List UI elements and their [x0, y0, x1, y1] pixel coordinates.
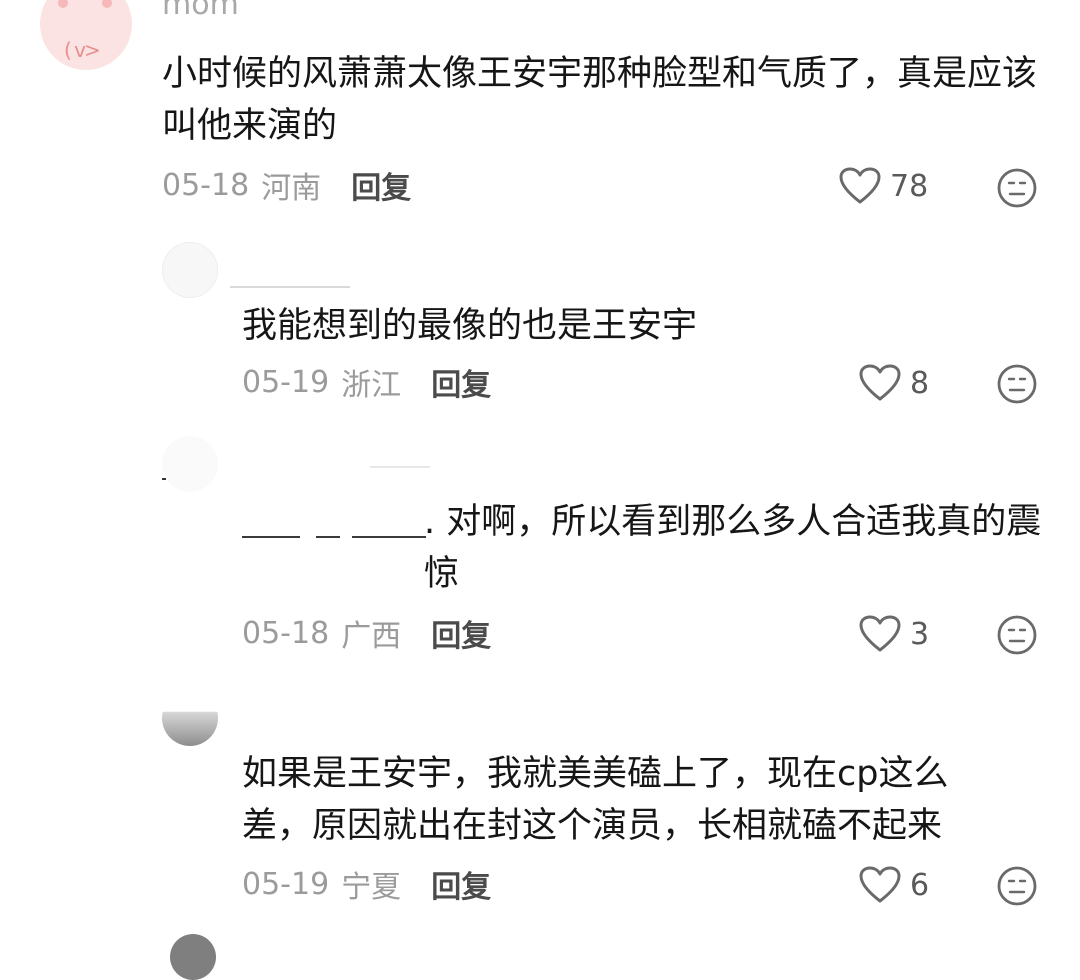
comment-1-like-count: 78 [890, 168, 929, 204]
comment-3-redacted-mention [352, 536, 426, 538]
avatar-decoration [102, 0, 112, 8]
comment-2-like-count: 8 [910, 365, 930, 401]
comment-3-meta: 05-18 广西 回复 [242, 611, 491, 655]
comment-3-location: 广西 [341, 619, 402, 654]
heart-icon [859, 364, 901, 401]
comment-5-avatar[interactable] [170, 934, 216, 980]
comment-4-location: 宁夏 [341, 870, 402, 905]
comment-3-like-button[interactable]: 3 [858, 614, 929, 654]
comment-2-avatar[interactable] [162, 242, 218, 298]
reaction-icon[interactable] [997, 364, 1037, 404]
reaction-icon[interactable] [997, 168, 1037, 208]
comment-2-meta: 05-19 浙江 回复 [242, 360, 491, 404]
comment-3-date: 05-18 [242, 615, 330, 651]
comment-4-like-count: 6 [910, 867, 930, 903]
comment-1-reply-button[interactable]: 回复 [351, 163, 411, 207]
comment-1-like-button[interactable]: 78 [838, 166, 928, 206]
comment-3-avatar[interactable] [162, 436, 218, 492]
avatar-decoration [58, 0, 68, 8]
comment-1-meta: 05-18 河南 回复 [162, 163, 411, 207]
comment-4-reply-button[interactable]: 回复 [431, 862, 491, 906]
comment-2-like-button[interactable]: 8 [858, 363, 929, 403]
comment-4-avatar[interactable] [162, 690, 218, 746]
comment-3-redacted-mention [242, 536, 300, 538]
comment-2-username-placeholder [230, 286, 350, 288]
comment-3-username-placeholder [370, 466, 430, 468]
comment-1-avatar[interactable]: ( v> [40, 0, 132, 70]
comment-2-reply-button[interactable]: 回复 [431, 360, 491, 404]
comment-4-text: 如果是王安宇，我就美美磕上了，现在cp这么差，原因就出在封这个演员，长相就磕不起… [242, 754, 949, 846]
comment-2-location: 浙江 [341, 368, 402, 403]
comment-4-meta: 05-19 宁夏 回复 [242, 862, 491, 906]
comment-1-username[interactable]: mom [162, 0, 239, 22]
comment-3-avatar-edge [162, 478, 166, 480]
heart-icon [859, 615, 901, 652]
comment-1-date: 05-18 [162, 167, 250, 203]
heart-icon [859, 866, 901, 903]
heart-icon [839, 167, 881, 204]
comment-3-reply-button[interactable]: 回复 [431, 611, 491, 655]
comment-3-like-count: 3 [910, 616, 930, 652]
comment-2-text: 我能想到的最像的也是王安宇 [242, 306, 698, 346]
comment-2-date: 05-19 [242, 364, 330, 400]
comment-1-location: 河南 [261, 171, 322, 206]
comment-3-text: . 对啊，所以看到那么多人合适我真的震惊 [424, 502, 1042, 594]
comment-1-text: 小时候的风萧萧太像王安宇那种脸型和气质了，真是应该叫他来演的 [162, 54, 1038, 146]
comment-3-redacted-mention [316, 536, 340, 538]
comment-4-like-button[interactable]: 6 [858, 865, 929, 905]
avatar-drawing: ( v> [64, 38, 101, 62]
reaction-icon[interactable] [997, 615, 1037, 655]
reaction-icon[interactable] [997, 866, 1037, 906]
comment-4-date: 05-19 [242, 866, 330, 902]
